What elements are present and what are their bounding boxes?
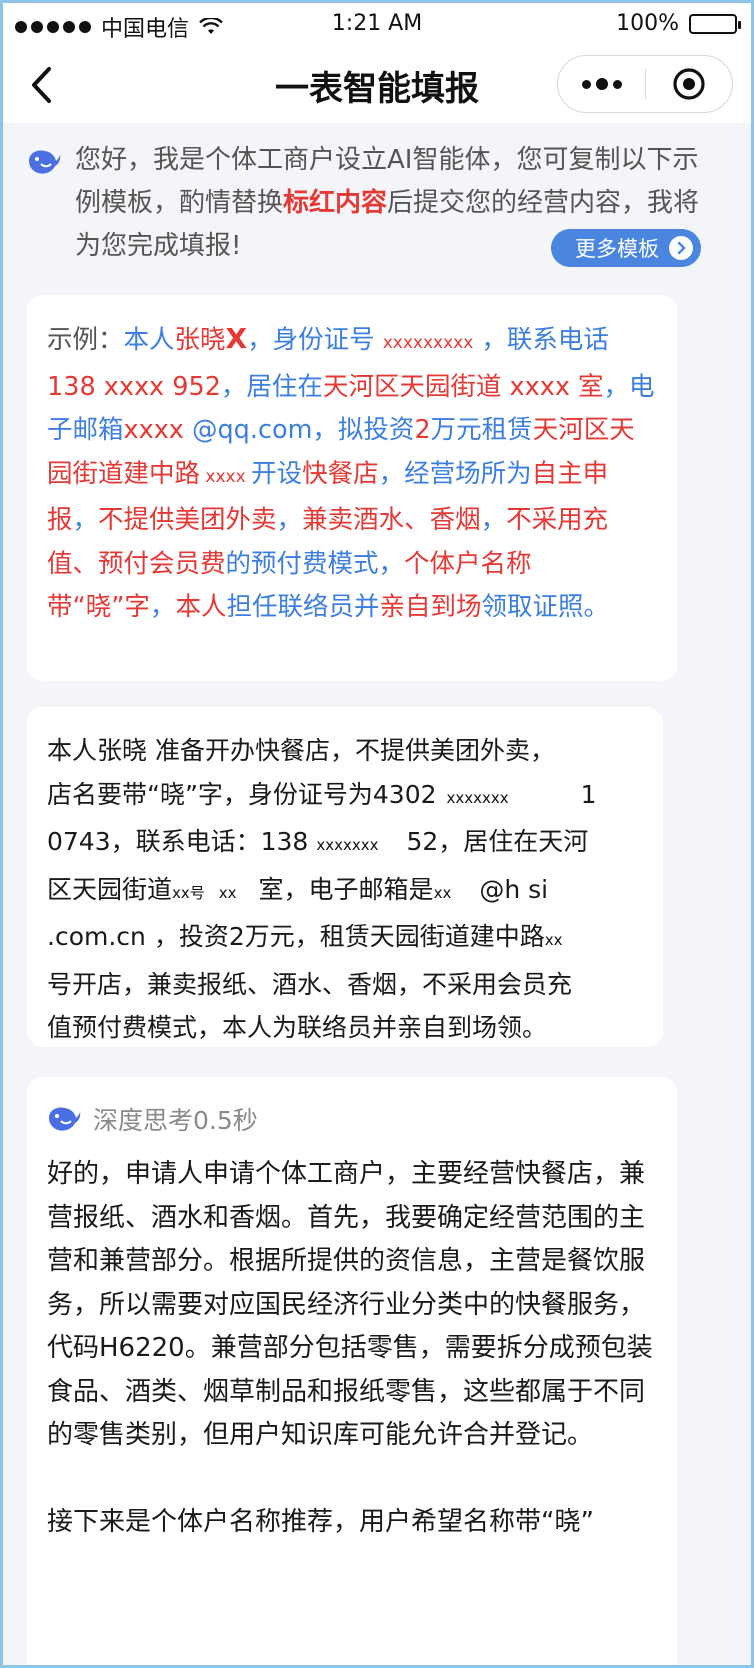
example-segment: ，居住在 [220,371,323,402]
more-menu-button[interactable] [558,56,645,112]
whale-bot-icon [49,1107,81,1131]
target-icon [673,68,705,100]
more-templates-button[interactable]: 更多模板 [551,229,701,267]
user-line-part: .com.cn ，投资2万元，租赁天园街道建中路 [47,922,545,951]
example-segment: 亲自到场 [379,592,482,622]
thinking-duration-label: 深度思考0.5秒 [93,1106,258,1135]
example-segment: 兼卖酒水、香烟 [302,505,481,535]
user-message-text: 本人张晓 准备开办快餐店，不提供美团外卖， 店名要带“晓”字，身份证号为4302… [47,729,643,1050]
example-segment: 本人 [123,325,175,355]
user-message-bubble: 本人张晓 准备开办快餐店，不提供美团外卖， 店名要带“晓”字，身份证号为4302… [27,707,663,1047]
example-segment: 2 [414,415,431,445]
example-segment: @qq.com，拟投资 [183,415,415,445]
user-line-part: 店名要带“晓”字，身份证号为4302 [47,779,437,809]
example-segment: ，经营场所为 [378,458,532,489]
redaction-mask: xxxxxxx [446,788,509,807]
example-segment: ， [149,592,176,622]
reply-paragraph: 接下来是个体户名称推荐，用户希望名称带“晓” [47,1506,594,1537]
example-segment: ， [72,505,99,535]
deep-thinking-toggle[interactable]: 深度思考0.5秒 [47,1099,657,1139]
example-segment: 室 [578,371,604,402]
user-line: 号开店，兼卖报纸、酒水、香烟，不采用会员充 [47,969,573,999]
more-templates-label: 更多模板 [575,237,659,261]
example-segment: ， [378,548,405,579]
example-segment: 张晓 [174,325,226,355]
user-line-part: 区天园街道 [47,874,173,904]
example-segment: ，联系电话 [473,325,609,355]
status-bar: 中国电信 1:21 AM 100% [3,3,751,47]
example-segment: ，身份证号 [247,325,383,355]
redaction-mask: xx [544,931,563,949]
assistant-intro: 您好，我是个体工商户设立AI智能体，您可复制以下示例模板，酌情替换标红内容后提交… [27,139,707,268]
example-segment: 开设 [251,458,303,489]
reply-paragraph: 好的，申请人申请个体工商户，主要经营快餐店，兼营报纸、酒水和香烟。首先，我要确定… [47,1159,653,1450]
example-segment: 担任联络员并 [226,592,380,622]
more-dots-icon-dot [612,79,622,89]
example-segment: ， [480,505,507,535]
example-segment: 领取证照。 [481,592,609,622]
example-segment: 138 [47,371,96,402]
example-segment: xxxx [501,371,579,402]
example-segment: 天河区天园街道 [322,371,502,402]
user-line: 值预付费模式，本人为联络员并亲自到场领。 [47,1013,548,1042]
user-line: 区天园街道xx号 xx 室，电子邮箱是xx @h si [47,868,643,916]
nav-bar: 一表智能填报 [3,47,751,123]
chevron-right-icon [669,236,693,260]
user-line-part: 室，电子邮箱是 [258,874,434,904]
redaction-mask: xx号 [172,883,205,902]
example-segment: xxxx [123,415,184,445]
user-line-part: 52，居住在天河 [406,827,589,856]
example-segment: 不提供美团外卖 [98,505,277,535]
reply-text: 好的，申请人申请个体工商户，主要经营快餐店，兼营报纸、酒水和香烟。首先，我要确定… [47,1153,657,1544]
user-line: 本人张晓 准备开办快餐店，不提供美团外卖， [47,736,555,765]
redaction-mask: xxxxxxx [316,836,379,854]
example-segment: 快餐店 [302,458,379,489]
miniprogram-capsule [557,55,733,113]
example-segment: ， [276,505,303,535]
example-label: 示例： [47,325,124,355]
example-segment: 952 [172,371,221,402]
example-template-card[interactable]: 示例：本人张晓X，身份证号 xxxxxxxxx ，联系电话138 xxxx 95… [27,295,677,681]
user-line-part: 1 [580,779,597,809]
user-line-part: @h si [479,874,549,904]
user-line: 0743，联系电话：138 xxxxxxx 52，居住在天河 [47,820,643,868]
assistant-reply-card: 深度思考0.5秒 好的，申请人申请个体工商户，主要经营快餐店，兼营报纸、酒水和香… [27,1077,677,1665]
intro-highlight: 标红内容 [283,188,388,218]
battery-icon [689,13,741,34]
example-segment: 的预付费模式 [225,548,379,579]
more-dots-icon-dot [595,78,608,90]
example-segment: xxxxxxxxx [382,333,474,353]
example-segment: 本人 [175,592,227,622]
user-line-part: 0743，联系电话：138 [47,827,309,856]
example-segment: X [225,322,248,355]
phone-frame: 中国电信 1:21 AM 100% 一表智能填报 您好，我是个体工商户设立AI智… [0,0,754,1668]
more-dots-icon [581,79,591,89]
example-segment: xxxx [200,466,252,487]
user-line: 店名要带“晓”字，身份证号为4302 xxxxxxx 1 [47,773,643,821]
example-segment: 万元租赁 [430,415,533,445]
status-right: 100% [616,11,741,36]
close-miniprogram-button[interactable] [646,56,732,112]
redaction-mask: xx [218,883,237,902]
whale-bot-icon [29,150,61,174]
example-segment: xxxx [95,371,173,402]
battery-percent: 100% [616,11,679,36]
user-line: .com.cn ，投资2万元，租赁天园街道建中路xx [47,915,643,963]
example-text: 示例：本人张晓X，身份证号 xxxxxxxxx ，联系电话138 xxxx 95… [47,317,657,630]
redaction-mask: xx [433,883,452,902]
